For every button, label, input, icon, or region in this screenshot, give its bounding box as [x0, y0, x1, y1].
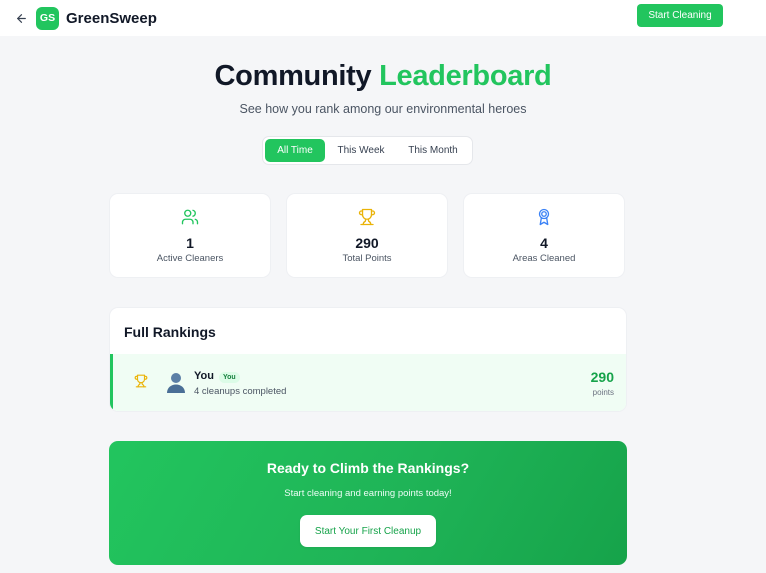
stat-card-total-points: 290 Total Points [286, 193, 448, 278]
award-icon [464, 208, 624, 226]
stat-card-areas-cleaned: 4 Areas Cleaned [463, 193, 625, 278]
page-title-main: Community [214, 60, 372, 92]
stat-value: 1 [186, 235, 194, 251]
stat-card-active-cleaners: 1 Active Cleaners [109, 193, 271, 278]
trophy-icon [134, 374, 148, 393]
users-icon [110, 208, 270, 226]
back-arrow-icon[interactable] [12, 9, 30, 27]
page-subtitle: See how you rank among our environmental… [239, 102, 527, 116]
you-badge: You [219, 372, 240, 383]
tab-this-month[interactable]: This Month [397, 139, 469, 162]
page-title: Community Leaderboard [0, 60, 766, 93]
stat-value: 290 [355, 235, 379, 251]
ranking-user-name: You [194, 370, 214, 382]
top-navbar: GS GreenSweep Start Cleaning [0, 0, 766, 36]
climb-rankings-cta: Ready to Climb the Rankings? Start clean… [109, 441, 627, 565]
stat-value: 4 [540, 235, 548, 251]
tab-this-week[interactable]: This Week [325, 139, 397, 162]
ranking-points-value: 290 [590, 369, 614, 385]
brand-logo[interactable]: GS [36, 6, 59, 30]
ranking-cleanups-count: 4 cleanups completed [194, 386, 287, 397]
start-cleaning-button[interactable]: Start Cleaning [637, 4, 723, 27]
stat-label: Total Points [342, 253, 392, 264]
trophy-icon [287, 208, 447, 226]
full-rankings-panel: Full Rankings You You 4 cleanups complet… [109, 307, 627, 412]
user-avatar-icon [164, 370, 188, 394]
rankings-title: Full Rankings [124, 324, 216, 340]
stat-label: Active Cleaners [156, 253, 224, 264]
ranking-row[interactable]: You You 4 cleanups completed 290 points [110, 354, 626, 411]
stat-label: Areas Cleaned [512, 253, 576, 264]
cta-title: Ready to Climb the Rankings? [266, 460, 470, 476]
page-title-accent: Leaderboard [379, 60, 552, 92]
time-filter-tabs: All Time This Week This Month [262, 136, 473, 165]
ranking-points-label: points [592, 388, 614, 397]
cta-subtitle: Start cleaning and earning points today! [284, 488, 452, 499]
brand-name[interactable]: GreenSweep [66, 10, 157, 27]
tab-all-time[interactable]: All Time [265, 139, 325, 162]
start-first-cleanup-button[interactable]: Start Your First Cleanup [300, 515, 436, 547]
